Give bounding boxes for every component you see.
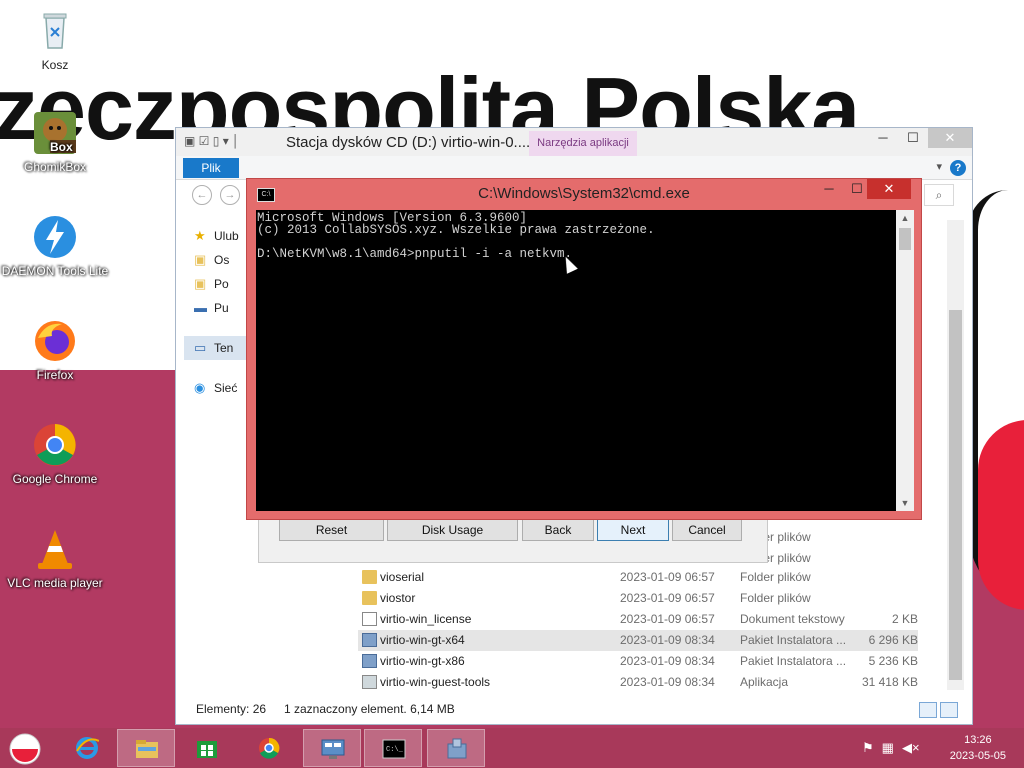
recycle-bin-icon: [32, 8, 78, 54]
search-icon[interactable]: ⌕: [924, 184, 954, 206]
system-tray: ⚑ ▦ ◀×: [862, 740, 920, 756]
computer-icon: ▭: [194, 340, 207, 355]
status-bar: Elementy: 26 1 zaznaczony element. 6,14 …: [176, 694, 972, 724]
taskbar: C:\_ ⚑ ▦ ◀× 13:26 2023-05-05: [0, 728, 1024, 768]
maximize-button[interactable]: ☐: [898, 128, 928, 148]
star-icon: ★: [194, 228, 206, 243]
reset-button[interactable]: Reset: [279, 519, 384, 541]
cmd-icon[interactable]: C:\_: [364, 729, 422, 767]
store-icon[interactable]: [178, 729, 236, 767]
cancel-button[interactable]: Cancel: [672, 519, 742, 541]
scrollbar-thumb[interactable]: [899, 228, 911, 250]
flag-icon[interactable]: ⚑: [862, 740, 874, 756]
nav-item-label: Ten: [214, 341, 234, 355]
desktop-icon-label: Google Chrome: [12, 472, 98, 486]
disk-usage-button[interactable]: Disk Usage: [387, 519, 518, 541]
minimize-button[interactable]: ─: [815, 179, 843, 199]
nav-item-label: Os: [214, 253, 230, 267]
quick-access-toolbar[interactable]: ▣ ☑ ▯ ▾ │: [184, 134, 240, 148]
explorer-ribbon: Plik ▾ ?: [176, 156, 972, 180]
chrome-icon: [32, 422, 78, 468]
explorer-titlebar: ▣ ☑ ▯ ▾ │ Stacja dysków CD (D:) virtio-w…: [176, 128, 972, 156]
console-output[interactable]: Microsoft Windows [Version 6.3.9600] (c) …: [256, 210, 896, 511]
details-view-icon[interactable]: [919, 702, 937, 718]
desktop-icon: ▬: [194, 300, 207, 315]
daemon-tools-icon: [32, 214, 78, 260]
cmd-window: C:\ C:\Windows\System32\cmd.exe ─ ☐ ✕ Mi…: [246, 178, 922, 520]
scrollbar-thumb[interactable]: [949, 310, 962, 680]
chrome-icon[interactable]: [240, 729, 298, 767]
forward-arrow-icon[interactable]: →: [220, 185, 240, 205]
desktop-icon-label: Firefox: [36, 368, 74, 382]
desktop-icon-vlc[interactable]: VLC media player: [0, 526, 110, 590]
explorer-scrollbar[interactable]: [947, 220, 964, 690]
folder-icon: ▣: [194, 276, 207, 291]
gnomikbox-badge: Box: [50, 140, 73, 154]
file-explorer-icon[interactable]: [117, 729, 175, 767]
desktop-icon-label: DAEMON Tools Lite: [1, 264, 109, 278]
scroll-up-arrow-icon[interactable]: ▲: [896, 213, 914, 223]
console-line: D:\NetKVM\w8.1\amd64>pnputil -i -a netkv…: [257, 247, 573, 261]
cmd-scrollbar[interactable]: ▲ ▼: [896, 210, 914, 511]
nav-item-label: Pu: [214, 301, 229, 315]
large-icons-view-icon[interactable]: [940, 702, 958, 718]
desktop-icon-label: Kosz: [41, 58, 69, 72]
back-button[interactable]: Back: [522, 519, 594, 541]
ie-icon[interactable]: [58, 729, 116, 767]
folder-icon: ▣: [194, 252, 207, 267]
desktop-icon-daemon-tools[interactable]: DAEMON Tools Lite: [0, 214, 110, 278]
ribbon-expand-icon[interactable]: ▾: [936, 160, 942, 173]
installer-icon[interactable]: [427, 729, 485, 767]
tab-application-tools[interactable]: Narzędzia aplikacji: [529, 131, 637, 156]
desktop-icon-chrome[interactable]: Google Chrome: [0, 422, 110, 486]
nav-item-label: Po: [214, 277, 229, 291]
nav-item-label: Sieć: [214, 381, 238, 395]
minimize-button[interactable]: ─: [868, 128, 898, 148]
close-button[interactable]: ✕: [867, 179, 911, 199]
nav-item-label: Ulub: [214, 229, 239, 243]
clock-date: 2023-05-05: [949, 750, 1006, 762]
wallpaper-flag-red: [978, 420, 1024, 610]
desktop-icon-recycle-bin[interactable]: Kosz: [0, 8, 110, 72]
scroll-down-arrow-icon[interactable]: ▼: [896, 498, 914, 508]
desktop-icon-label: VLC media player: [7, 576, 103, 590]
back-arrow-icon[interactable]: ←: [192, 185, 212, 205]
start-button[interactable]: [0, 729, 58, 767]
svg-text:C:\_: C:\_: [386, 746, 404, 754]
selection-info: 1 zaznaczony element. 6,14 MB: [284, 702, 455, 716]
close-button[interactable]: ✕: [928, 128, 972, 148]
cmd-titlebar: C:\ C:\Windows\System32\cmd.exe ─ ☐ ✕: [247, 179, 921, 209]
desktop-icon-gnomikbox[interactable]: Box GhomikBox: [0, 110, 110, 174]
volume-icon[interactable]: ◀×: [902, 740, 920, 756]
network-icon: ◉: [194, 380, 206, 395]
item-count: Elementy: 26: [196, 702, 267, 716]
explorer-title: Stacja dysków CD (D:) virtio-win-0....: [286, 134, 531, 151]
gnomikbox-icon: Box: [32, 110, 78, 156]
network-icon[interactable]: ▦: [882, 740, 894, 756]
desktop-icon-label: GhomikBox: [23, 160, 87, 174]
vlc-icon: [32, 526, 78, 572]
console-line: (c) 2013 CollabSYSOS.xyz. Wszelkie prawa…: [257, 223, 655, 237]
help-icon[interactable]: ?: [950, 160, 966, 176]
control-panel-icon[interactable]: [303, 729, 361, 767]
tab-file[interactable]: Plik: [183, 158, 239, 178]
clock-time: 13:26: [964, 734, 992, 746]
next-button[interactable]: Next: [597, 519, 669, 541]
clock[interactable]: 13:26 2023-05-05: [950, 732, 1006, 764]
desktop-icon-firefox[interactable]: Firefox: [0, 318, 110, 382]
firefox-icon: [32, 318, 78, 364]
